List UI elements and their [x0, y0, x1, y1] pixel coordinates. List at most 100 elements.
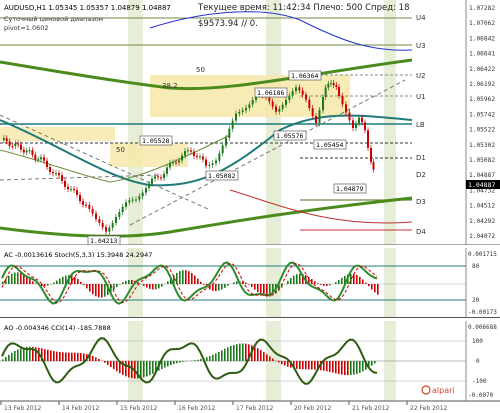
- ao-bar: [83, 353, 85, 361]
- ao-bar: [257, 348, 259, 361]
- ao-bar: [245, 343, 247, 361]
- candle-body: [49, 166, 51, 172]
- ao-bar: [152, 361, 154, 374]
- ac-bar: [14, 272, 16, 284]
- candle-body: [315, 116, 317, 123]
- candle-body: [76, 190, 78, 195]
- ac-bar: [254, 284, 256, 290]
- candle-body: [95, 213, 97, 220]
- ao-bar: [314, 361, 316, 370]
- session-band: [128, 0, 143, 245]
- ac-bar: [137, 282, 139, 284]
- candle-body: [295, 87, 297, 92]
- ao-bar: [338, 361, 340, 375]
- ac-bar: [323, 284, 325, 286]
- level-label-u2: U2: [416, 72, 426, 80]
- candle-body: [355, 123, 357, 128]
- candle-body: [193, 151, 195, 156]
- ac-bar: [113, 284, 115, 290]
- candle-body: [52, 171, 54, 174]
- candle-body: [202, 156, 204, 160]
- ao-cci-pane[interactable]: AO -0.004346 CCI(14) -185.7888 alpari 0.…: [0, 321, 500, 413]
- ao-bar: [173, 361, 175, 365]
- candle-body: [208, 164, 211, 166]
- ac-stoch-svg[interactable]: AC -0.0013616 Stoch(5,3,3) 15.3948 24.29…: [0, 248, 500, 318]
- price-chart-pane[interactable]: U4 U3 U2 U1 LB D1 D2 D3 D4 1.06364 1.061…: [0, 0, 500, 245]
- ao-bar: [209, 356, 211, 361]
- ac-bar: [362, 279, 364, 284]
- ao-axis-label: -100: [472, 378, 487, 385]
- fibo-label: 50: [116, 146, 125, 154]
- ao-bar: [113, 361, 115, 370]
- candle-body: [101, 222, 104, 228]
- candle-body: [148, 183, 150, 188]
- candle-body: [5, 138, 8, 142]
- candle-body: [341, 95, 344, 105]
- ac-stoch-pane[interactable]: AC -0.0013616 Stoch(5,3,3) 15.3948 24.29…: [0, 248, 500, 318]
- ao-bar: [329, 361, 331, 372]
- price-chart-svg[interactable]: U4 U3 U2 U1 LB D1 D2 D3 D4 1.06364 1.061…: [0, 0, 500, 245]
- candle-body: [105, 227, 107, 232]
- time-axis-label: 13 Feb 2012: [4, 405, 42, 412]
- price-axis-label: 1.05302: [469, 142, 495, 149]
- session-band: [384, 0, 396, 245]
- candle-body: [11, 146, 14, 148]
- ac-bar: [2, 281, 4, 284]
- ac-bar: [221, 284, 223, 290]
- ac-bar: [215, 284, 217, 292]
- ao-axis-label: 100: [472, 338, 483, 345]
- candle-body: [115, 216, 117, 223]
- candle-body: [82, 201, 84, 205]
- ac-bar: [257, 284, 259, 293]
- ao-bar: [206, 357, 208, 361]
- candle-body: [22, 149, 25, 153]
- price-axis-label: 1.04292: [469, 218, 495, 225]
- candle-body: [271, 101, 274, 107]
- ac-bar: [227, 284, 229, 286]
- ao-header: AO -0.004346 CCI(14) -185.7888: [4, 324, 111, 332]
- ao-bar: [359, 361, 361, 373]
- price-tag-text: 1.05082: [208, 172, 235, 180]
- ac-bar: [47, 284, 49, 286]
- ao-cci-svg[interactable]: AO -0.004346 CCI(14) -185.7888 alpari 0.…: [0, 321, 500, 413]
- level-label-d3: D3: [416, 198, 426, 206]
- ac-bar: [251, 284, 253, 287]
- ao-bar: [17, 349, 19, 361]
- price-axis-label: 1.05742: [469, 111, 495, 118]
- price-axis-label: 1.04887: [469, 172, 495, 179]
- ao-bar: [62, 352, 64, 361]
- candle-body: [40, 157, 42, 160]
- candle-body: [157, 176, 159, 178]
- ac-bar: [143, 284, 145, 286]
- ac-bar: [293, 275, 295, 284]
- ao-bar: [335, 361, 337, 374]
- ao-bar: [170, 361, 172, 366]
- ao-bar: [80, 353, 82, 361]
- candle-body: [248, 104, 251, 108]
- ac-bar: [248, 284, 250, 285]
- candle-body: [301, 90, 304, 95]
- candle-body: [118, 211, 121, 217]
- candle-body: [79, 194, 81, 202]
- ac-bar: [236, 281, 238, 284]
- price-tag-text: 1.06364: [291, 72, 318, 80]
- time-axis-label: 22 Feb 2012: [410, 405, 448, 412]
- candle-body: [288, 95, 291, 100]
- price-tag-text: 1.05454: [316, 141, 343, 149]
- candle-body: [131, 199, 134, 201]
- candle-body: [187, 150, 189, 152]
- candle-body: [345, 104, 347, 113]
- price-axis-label: 1.06192: [469, 81, 495, 88]
- candle-body: [218, 153, 221, 161]
- ac-bar: [44, 284, 46, 287]
- ac-bar: [314, 281, 316, 284]
- candle-body: [235, 113, 237, 121]
- ao-bar: [71, 352, 73, 361]
- ao-bar: [299, 361, 301, 370]
- candle-body: [166, 167, 168, 174]
- candle-body: [238, 111, 241, 114]
- ac-bar: [56, 280, 58, 284]
- candle-body: [231, 120, 234, 129]
- ao-bar: [308, 361, 310, 370]
- candle-body: [370, 147, 372, 162]
